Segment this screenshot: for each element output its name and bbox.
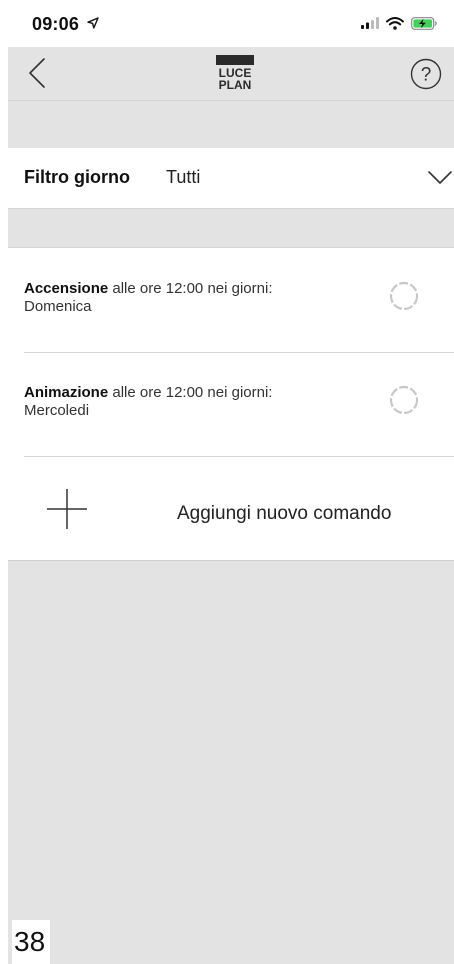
help-button[interactable]: ? [410, 58, 442, 90]
status-indicators [361, 14, 438, 32]
wifi-icon [386, 16, 404, 30]
add-command-label: Aggiungi nuovo comando [177, 503, 392, 524]
cellular-signal-icon [361, 17, 379, 29]
command-description: Animazione alle ore 12:00 nei giorni: Me… [24, 384, 364, 420]
logo-line-2: PLAN [219, 78, 252, 92]
command-item[interactable]: Animazione alle ore 12:00 nei giorni: Me… [8, 352, 454, 456]
location-arrow-icon [87, 17, 99, 29]
page-number: 38 [12, 920, 50, 964]
loading-spinner-icon [389, 385, 419, 415]
command-days: Mercoledi [24, 402, 90, 419]
command-detail: alle ore 12:00 nei giorni: [112, 280, 273, 297]
command-list: Accensione alle ore 12:00 nei giorni: Do… [8, 247, 454, 561]
command-description: Accensione alle ore 12:00 nei giorni: Do… [24, 280, 364, 316]
help-icon: ? [421, 65, 432, 86]
status-time-text: 09:06 [32, 14, 80, 34]
app-screen: LUCE PLAN ? Filtro giorno Tutti Accensio… [8, 47, 454, 964]
day-filter[interactable]: Filtro giorno Tutti [8, 148, 454, 209]
status-time: 09:06 [32, 14, 99, 35]
command-name: Animazione [24, 384, 109, 401]
add-command-button[interactable]: Aggiungi nuovo comando [8, 456, 454, 560]
command-name: Accensione [24, 280, 109, 297]
battery-charging-icon [411, 16, 437, 30]
navigation-bar: LUCE PLAN ? [8, 47, 454, 101]
loading-spinner-icon [389, 281, 419, 311]
luceplan-logo: LUCE PLAN [216, 55, 254, 92]
command-item[interactable]: Accensione alle ore 12:00 nei giorni: Do… [8, 248, 454, 352]
status-bar: 09:06 [0, 0, 454, 47]
filter-label: Filtro giorno [24, 167, 130, 187]
chevron-down-icon[interactable] [428, 170, 452, 186]
filter-value[interactable]: Tutti [166, 167, 200, 188]
chevron-left-icon[interactable] [26, 57, 48, 89]
plus-icon[interactable] [46, 488, 88, 530]
command-detail: alle ore 12:00 nei giorni: [112, 384, 273, 401]
command-days: Domenica [24, 298, 92, 315]
